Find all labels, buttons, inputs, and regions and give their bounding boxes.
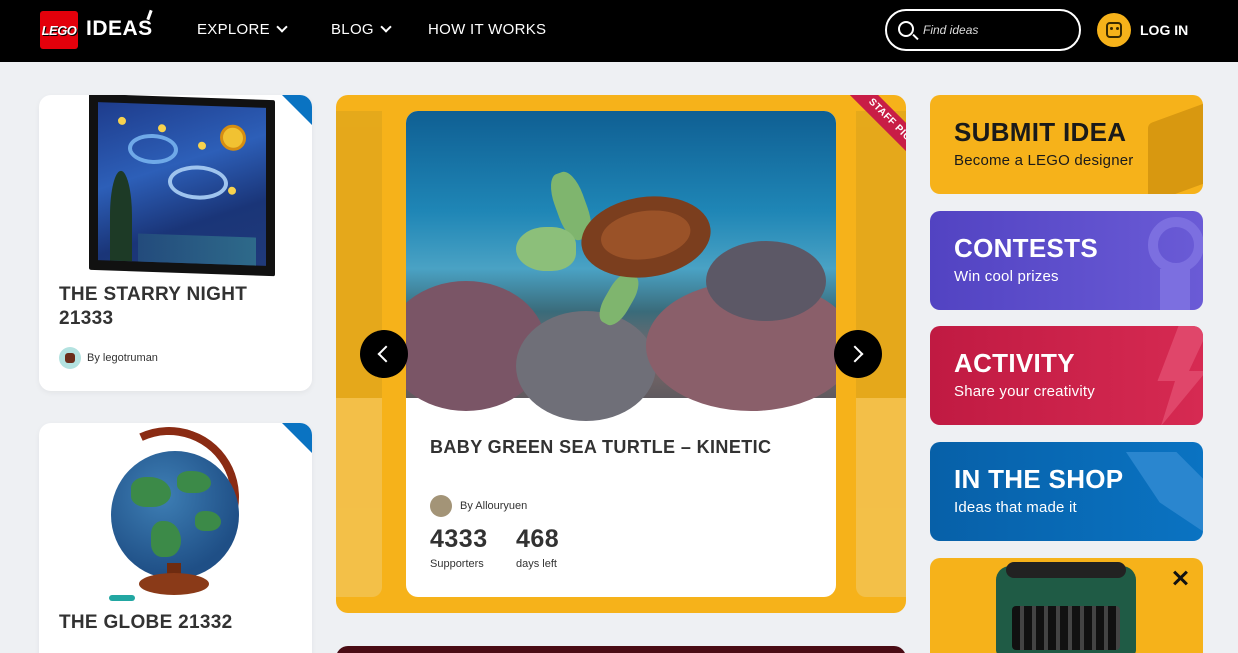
typewriter-promo[interactable] xyxy=(930,558,1203,653)
chevron-left-icon xyxy=(377,345,395,363)
contests-title: CONTESTS xyxy=(954,233,1098,263)
in-the-shop-subtitle: Ideas that made it xyxy=(954,499,1077,516)
avatar xyxy=(430,495,452,517)
minifig-face-icon xyxy=(1106,22,1122,38)
carousel-prev-button[interactable] xyxy=(360,330,408,378)
nav-how-it-works-label: HOW IT WORKS xyxy=(428,21,547,38)
nav-explore[interactable]: EXPLORE xyxy=(197,21,288,38)
staff-pick-ribbon: STAFF PICK xyxy=(826,95,906,175)
activity-title: ACTIVITY xyxy=(954,348,1075,378)
next-featured-section xyxy=(336,646,906,653)
featured-carousel: BABY GREEN SEA TURTLE – KINETIC By Allou… xyxy=(336,95,906,613)
nav-explore-label: EXPLORE xyxy=(197,21,270,38)
close-icon[interactable] xyxy=(1170,568,1190,588)
ideas-logo-text[interactable]: IDEAS xyxy=(86,17,153,41)
in-the-shop-title: IN THE SHOP xyxy=(954,464,1124,494)
typewriter-image xyxy=(996,562,1136,653)
submit-idea-subtitle: Become a LEGO designer xyxy=(954,152,1134,169)
top-navigation-bar: LEGO IDEAS EXPLORE BLOG HOW IT WORKS LOG… xyxy=(0,0,1238,62)
lightning-icon xyxy=(1157,326,1203,425)
chevron-right-icon xyxy=(846,345,864,363)
user-avatar-icon[interactable] xyxy=(1097,13,1131,47)
project-author[interactable]: By legotruman xyxy=(59,347,158,369)
nav-blog[interactable]: BLOG xyxy=(331,21,392,38)
medal-ribbon-icon xyxy=(1160,269,1190,310)
activity-subtitle: Share your creativity xyxy=(954,383,1095,400)
submit-idea-tile[interactable]: SUBMIT IDEA Become a LEGO designer xyxy=(930,95,1203,194)
lego-logo[interactable]: LEGO xyxy=(40,11,78,49)
sea-turtle-image xyxy=(406,111,836,421)
featured-project-card[interactable]: BABY GREEN SEA TURTLE – KINETIC By Allou… xyxy=(406,111,836,597)
contests-tile[interactable]: CONTESTS Win cool prizes xyxy=(930,211,1203,310)
activity-tile[interactable]: ACTIVITY Share your creativity xyxy=(930,326,1203,425)
days-left-label: days left xyxy=(516,558,557,570)
supporters-count: 4333 xyxy=(430,525,488,553)
supporters-stat: 4333 Supporters xyxy=(430,525,488,570)
starry-night-image xyxy=(89,95,275,277)
login-link[interactable]: LOG IN xyxy=(1140,22,1188,38)
medal-icon xyxy=(1148,217,1203,273)
nav-blog-label: BLOG xyxy=(331,21,374,38)
lego-ideas-badge-icon xyxy=(277,423,312,458)
globe-image xyxy=(111,451,239,579)
featured-project-author[interactable]: By Allouryuen xyxy=(430,495,527,517)
shopping-tag-icon xyxy=(1126,452,1203,536)
avatar xyxy=(59,347,81,369)
project-card-globe[interactable]: THE GLOBE 21332 xyxy=(39,423,312,653)
globe-accessory xyxy=(109,595,135,601)
submit-idea-title: SUBMIT IDEA xyxy=(954,117,1127,147)
project-title[interactable]: THE STARRY NIGHT 21333 xyxy=(59,283,279,331)
author-name: By Allouryuen xyxy=(460,500,528,512)
staff-pick-label: STAFF PICK xyxy=(842,95,906,173)
days-left-count: 468 xyxy=(516,525,560,553)
featured-project-title[interactable]: BABY GREEN SEA TURTLE – KINETIC xyxy=(430,437,771,458)
author-name: By legotruman xyxy=(87,352,158,364)
project-title[interactable]: THE GLOBE 21332 xyxy=(59,611,232,635)
days-left-stat: 468 days left xyxy=(516,525,559,570)
lego-ideas-badge-icon xyxy=(277,95,312,130)
brick-icon xyxy=(1148,102,1203,194)
globe-stand xyxy=(139,573,209,595)
project-card-starry-night[interactable]: THE STARRY NIGHT 21333 By legotruman xyxy=(39,95,312,391)
search-box[interactable] xyxy=(885,9,1081,51)
search-icon[interactable] xyxy=(898,21,914,37)
chevron-down-icon xyxy=(276,21,288,33)
nav-how-it-works[interactable]: HOW IT WORKS xyxy=(428,21,546,38)
in-the-shop-tile[interactable]: IN THE SHOP Ideas that made it xyxy=(930,442,1203,541)
lego-logo-text: LEGO xyxy=(41,22,77,38)
contests-subtitle: Win cool prizes xyxy=(954,268,1059,285)
carousel-next-button[interactable] xyxy=(834,330,882,378)
supporters-label: Supporters xyxy=(430,558,484,570)
search-input[interactable] xyxy=(923,20,1073,40)
chevron-down-icon xyxy=(380,21,392,33)
